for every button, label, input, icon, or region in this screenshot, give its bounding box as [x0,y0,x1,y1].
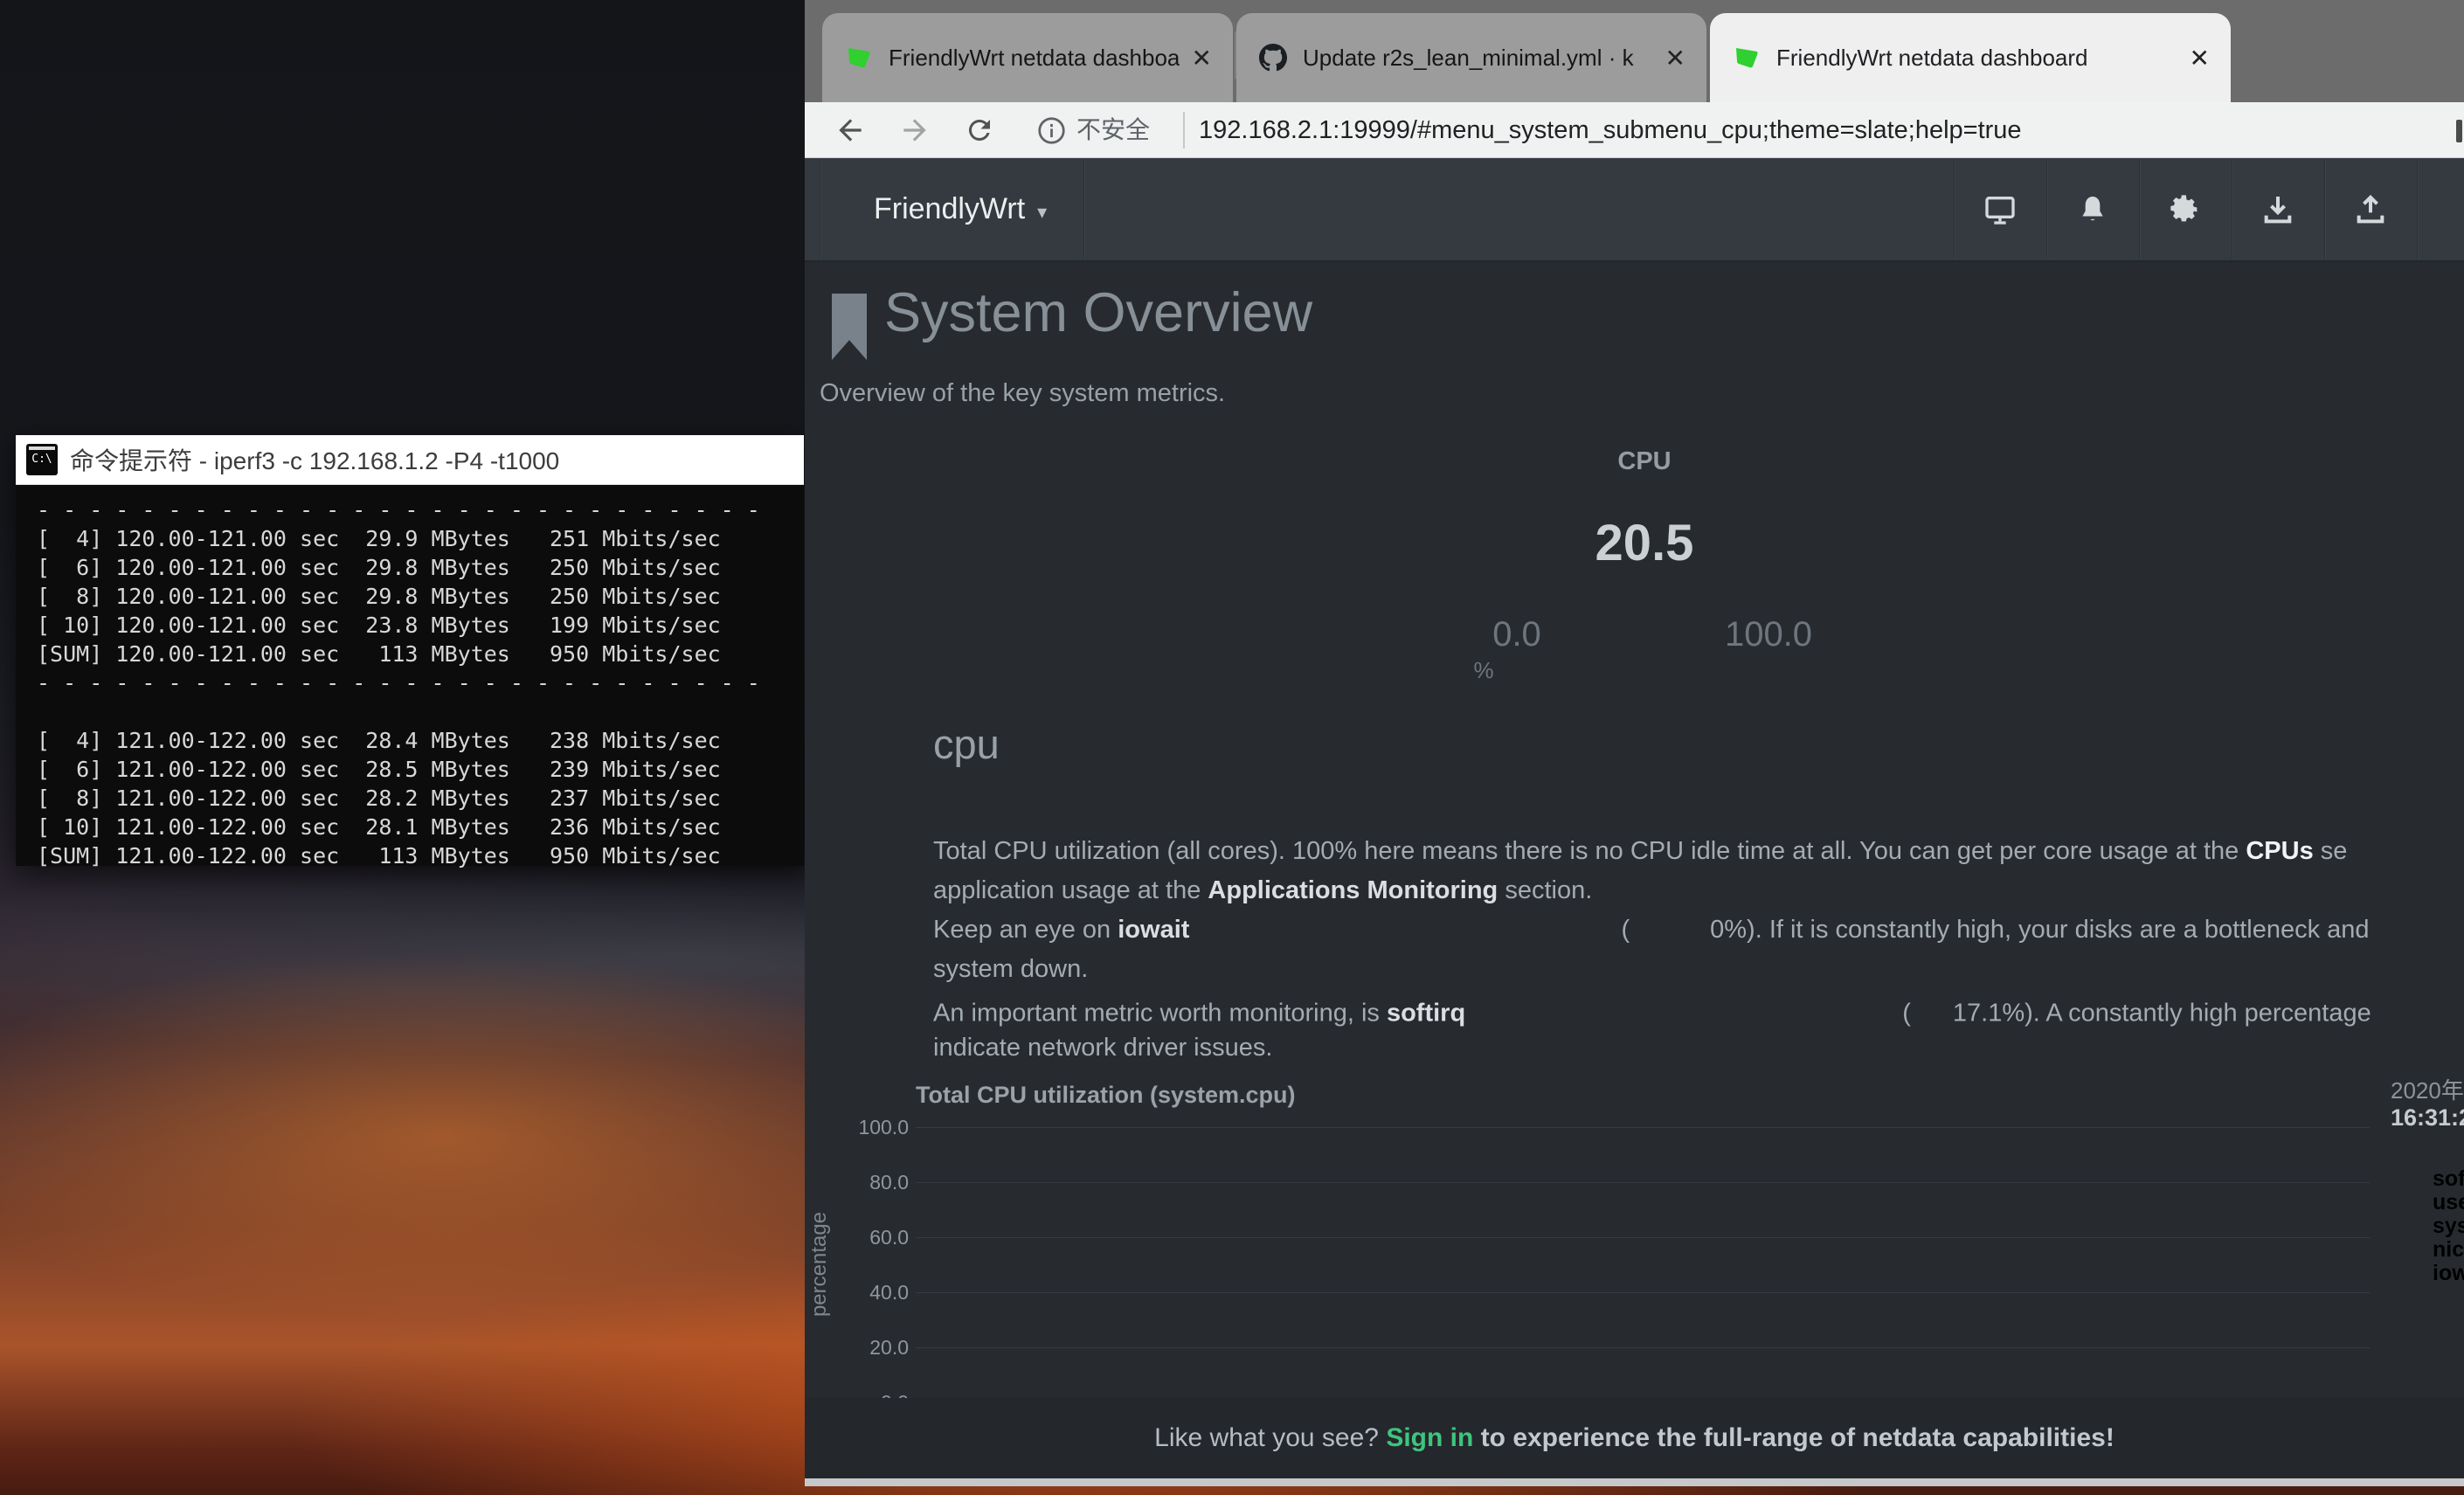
forward-icon[interactable] [896,102,934,158]
tab-label: Update r2s_lean_minimal.yml · k [1303,45,1653,72]
window-bottom-edge [805,1478,2464,1486]
cpu-paragraph-line: Total CPU utilization (all cores). 100% … [933,837,2347,866]
y-tick: 40.0 [830,1281,909,1305]
download-icon [2260,192,2295,227]
section-heading-cpu: cpu [933,720,1000,768]
tab-github[interactable]: Update r2s_lean_minimal.yml · k ✕ [1236,13,1706,102]
page-title: System Overview [884,281,1312,344]
cpu-paragraph-line: application usage at the Applications Mo… [933,876,1592,905]
softirq-current-value: 17.1%). [1953,1000,2040,1028]
cpu-paragraph-line: An important metric worth monitoring, is… [933,994,2371,1035]
terminal-title: 命令提示符 - iperf3 -c 192.168.1.2 -P4 -t1000 [70,442,559,477]
netdata-host-dropdown[interactable]: FriendlyWrt▾ [874,158,1047,260]
terminal-titlebar[interactable]: C:\ 命令提示符 - iperf3 -c 192.168.1.2 -P4 -t… [16,435,804,485]
cmd-icon: C:\ [26,444,58,475]
legend-swatch [2391,1220,2424,1231]
chart-time: 16:31:2 [2391,1104,2464,1132]
tab-strip: FriendlyWrt netdata dashboard ✕ Update r… [805,0,2464,102]
print-monitor-button[interactable] [1955,163,2045,255]
tab-label: FriendlyWrt netdata dashboard [889,45,1180,72]
chart-title: Total CPU utilization (system.cpu) [916,1082,1296,1109]
browser-toolbar: 不安全 192.168.2.1:19999/#menu_system_subme… [805,102,2464,158]
close-icon[interactable]: ✕ [1192,44,1212,73]
close-icon[interactable]: ✕ [2190,44,2210,73]
netdata-navbar: FriendlyWrt▾ [805,158,2464,262]
iowait-sparkline [1189,917,1614,944]
netdata-leaf-icon [845,44,873,72]
legend-swatch [2391,1243,2424,1255]
import-button[interactable] [2232,163,2323,255]
cpu-stacked-area-chart[interactable] [916,1127,2370,1398]
applications-monitoring-link[interactable]: Applications Monitoring [1208,876,1498,904]
alarms-button[interactable] [2047,163,2138,255]
sign-in-link[interactable]: Sign in [1386,1423,1473,1452]
screen: C:\ 命令提示符 - iperf3 -c 192.168.1.2 -P4 -t… [0,0,2464,1495]
reload-icon[interactable] [960,102,999,158]
iowait-current-value: 0%). [1710,916,1762,944]
y-tick: 80.0 [830,1171,909,1194]
upload-icon [2353,192,2388,227]
gear-icon [2168,192,2203,227]
tab-label: FriendlyWrt netdata dashboard [1776,45,2177,72]
security-label[interactable]: 不安全 [1076,102,1150,158]
cpu-gauge-max: 100.0 [1725,615,1812,654]
close-icon[interactable]: ✕ [1665,44,1685,73]
url-separator [1183,112,1185,149]
chevron-down-icon: ▾ [1037,201,1047,223]
export-button[interactable] [2325,163,2416,255]
legend-swatch [2391,1267,2424,1278]
github-icon [1259,44,1287,72]
cpus-link[interactable]: CPUs [2246,837,2313,865]
terminal-output: - - - - - - - - - - - - - - - - - - - - … [37,495,783,870]
legend-swatch [2391,1173,2424,1184]
y-tick: 60.0 [830,1226,909,1249]
clipped-toolbar-icon [2456,120,2462,142]
cpu-gauge-min: 0.0 [1492,615,1541,654]
page-subtitle: Overview of the key system metrics. [820,379,1225,408]
info-icon[interactable] [1034,102,1069,158]
cpu-paragraph-line: Keep an eye on iowait (0%). If it is con… [933,916,2370,945]
back-icon[interactable] [831,102,869,158]
softirq-sparkline [1465,994,1895,1035]
y-axis-label: percentage [807,1177,832,1352]
cpu-paragraph-line: indicate network driver issues. [933,1034,1272,1062]
tab-netdata-2-active[interactable]: FriendlyWrt netdata dashboard ✕ [1710,13,2231,102]
url-input[interactable]: 192.168.2.1:19999/#menu_system_submenu_c… [1199,102,2022,158]
cpu-gauge-value: 20.5 [1595,514,1694,572]
tab-netdata-1[interactable]: FriendlyWrt netdata dashboard ✕ [822,13,1233,102]
y-tick: 100.0 [830,1116,909,1139]
settings-button[interactable] [2140,163,2231,255]
chart-date: 2020年3 [2391,1073,2464,1105]
signin-bar: Like what you see? Sign in to experience… [805,1398,2464,1478]
bell-icon [2075,192,2110,227]
cpu-gauge-title: CPU [1617,447,1671,476]
netdata-leaf-icon [1733,44,1761,72]
terminal-body[interactable]: - - - - - - - - - - - - - - - - - - - - … [16,485,804,866]
cpu-gauge-unit: % [1473,657,1493,684]
legend-swatch [2391,1196,2424,1208]
y-tick: 20.0 [830,1336,909,1360]
terminal-window[interactable]: C:\ 命令提示符 - iperf3 -c 192.168.1.2 -P4 -t… [16,435,804,866]
cpu-paragraph-line: system down. [933,955,1088,984]
monitor-icon [1983,192,2018,227]
